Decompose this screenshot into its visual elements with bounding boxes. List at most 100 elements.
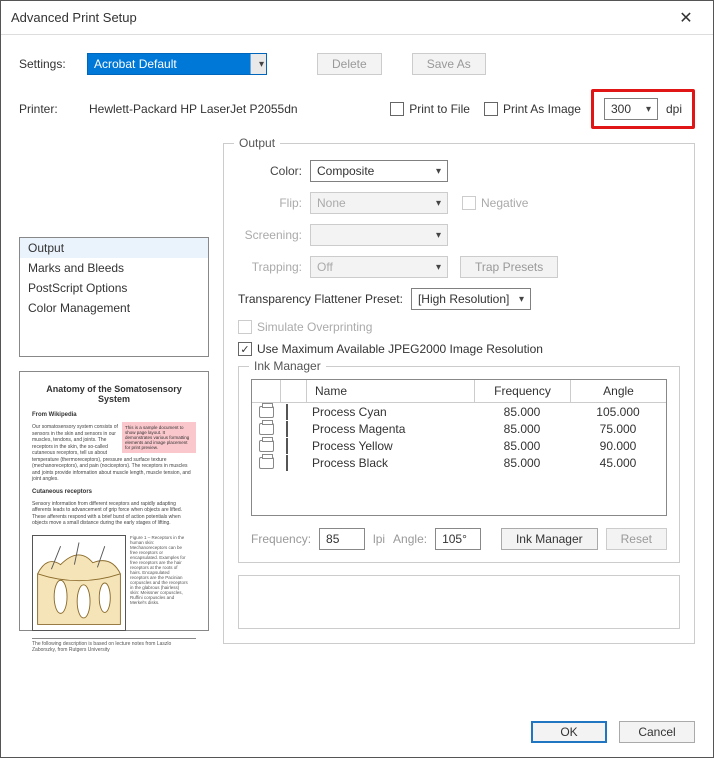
color-label: Color: <box>238 164 302 178</box>
chevron-down-icon: ▾ <box>436 230 441 241</box>
ink-swatch <box>286 455 288 471</box>
settings-value: Acrobat Default <box>94 57 177 71</box>
preview-figure <box>32 535 126 631</box>
preview-heading: Cutaneous receptors <box>32 489 196 495</box>
ink-manager-title: Ink Manager <box>249 359 326 373</box>
ink-row[interactable]: Process Yellow85.00090.000 <box>252 437 666 454</box>
section-color-management[interactable]: Color Management <box>20 298 208 318</box>
ink-angle: 45.000 <box>570 456 666 470</box>
checkbox-icon <box>238 320 252 334</box>
checkbox-icon <box>238 342 252 356</box>
ink-swatch <box>286 421 288 437</box>
section-output[interactable]: Output <box>20 238 208 258</box>
output-group: Output Color: Composite ▾ Flip: None ▾ <box>223 143 695 644</box>
checkbox-icon <box>462 196 476 210</box>
jpeg2000-checkbox[interactable]: Use Maximum Available JPEG2000 Image Res… <box>238 342 680 356</box>
ink-row[interactable]: Process Black85.00045.000 <box>252 454 666 471</box>
page-preview: Anatomy of the Somatosensory System From… <box>19 371 209 631</box>
negative-checkbox: Negative <box>462 196 528 210</box>
screening-label: Screening: <box>238 228 302 242</box>
checkbox-icon <box>390 102 404 116</box>
ink-angle: 105.000 <box>570 405 666 419</box>
print-as-image-label: Print As Image <box>503 102 581 116</box>
checkbox-icon <box>484 102 498 116</box>
angle-value: 105° <box>442 532 467 546</box>
window-title: Advanced Print Setup <box>11 10 669 25</box>
print-as-image-checkbox[interactable]: Print As Image <box>484 102 581 116</box>
ink-row[interactable]: Process Magenta85.00075.000 <box>252 420 666 437</box>
col-name-header: Name <box>306 380 474 402</box>
color-select[interactable]: Composite ▾ <box>310 160 448 182</box>
ink-frequency: 85.000 <box>474 422 570 436</box>
printer-icon <box>259 406 274 418</box>
chevron-down-icon: ▾ <box>646 104 651 115</box>
angle-label: Angle: <box>393 532 427 546</box>
printer-label: Printer: <box>19 102 77 116</box>
angle-input[interactable]: 105° <box>435 528 481 550</box>
ink-name: Process Yellow <box>306 439 474 453</box>
col-freq-header: Frequency <box>474 380 570 402</box>
preview-paragraph: Sensory information from different recep… <box>32 501 196 527</box>
ink-swatch <box>286 438 288 454</box>
titlebar: Advanced Print Setup ✕ <box>1 1 713 35</box>
frequency-label: Frequency: <box>251 532 311 546</box>
flattener-label: Transparency Flattener Preset: <box>238 292 403 306</box>
dpi-value: 300 <box>611 102 631 116</box>
panel-section-list[interactable]: Output Marks and Bleeds PostScript Optio… <box>19 237 209 357</box>
frequency-input[interactable]: 85 <box>319 528 365 550</box>
chevron-down-icon: ▾ <box>436 198 441 209</box>
dpi-highlight-box: 300 ▾ dpi <box>591 89 695 129</box>
chevron-down-icon: ▾ <box>436 262 441 273</box>
simulate-overprinting-label: Simulate Overprinting <box>257 320 372 334</box>
print-to-file-checkbox[interactable]: Print to File <box>390 102 470 116</box>
ink-table-header: Name Frequency Angle <box>252 380 666 403</box>
preview-title: Anatomy of the Somatosensory System <box>32 384 196 404</box>
ink-name: Process Magenta <box>306 422 474 436</box>
settings-select[interactable]: Acrobat Default ▾ <box>87 53 267 75</box>
dpi-select[interactable]: 300 ▾ <box>604 98 658 120</box>
advanced-print-setup-dialog: Advanced Print Setup ✕ Settings: Acrobat… <box>0 0 714 758</box>
ok-button[interactable]: OK <box>531 721 607 743</box>
preview-callout: This is a sample document to show page l… <box>122 422 196 453</box>
ink-row[interactable]: Process Cyan85.000105.000 <box>252 403 666 420</box>
ink-table: Name Frequency Angle Process Cyan85.0001… <box>251 379 667 516</box>
section-marks-and-bleeds[interactable]: Marks and Bleeds <box>20 258 208 278</box>
section-postscript-options[interactable]: PostScript Options <box>20 278 208 298</box>
trapping-value: Off <box>317 260 333 274</box>
chevron-down-icon: ▾ <box>436 166 441 177</box>
dpi-unit: dpi <box>666 102 682 116</box>
trapping-label: Trapping: <box>238 260 302 274</box>
dialog-footer: OK Cancel <box>531 721 695 743</box>
ink-frequency: 85.000 <box>474 456 570 470</box>
trapping-select: Off ▾ <box>310 256 448 278</box>
close-icon[interactable]: ✕ <box>669 8 703 28</box>
ink-manager-group: Ink Manager Name Frequency Angle Process… <box>238 366 680 563</box>
chevron-down-icon: ▾ <box>519 294 524 305</box>
ink-manager-button[interactable]: Ink Manager <box>501 528 598 550</box>
printer-icon <box>259 423 274 435</box>
preview-subtitle: From Wikipedia <box>32 412 196 418</box>
save-as-button: Save As <box>412 53 486 75</box>
description-box <box>238 575 680 629</box>
ink-frequency: 85.000 <box>474 405 570 419</box>
cancel-button[interactable]: Cancel <box>619 721 695 743</box>
flattener-select[interactable]: [High Resolution] ▾ <box>411 288 531 310</box>
output-group-title: Output <box>234 136 280 150</box>
lpi-label: lpi <box>373 532 385 546</box>
delete-button: Delete <box>317 53 382 75</box>
print-to-file-label: Print to File <box>409 102 470 116</box>
printer-name: Hewlett-Packard HP LaserJet P2055dn <box>89 102 298 116</box>
ink-swatch <box>286 404 288 420</box>
flip-value: None <box>317 196 346 210</box>
ink-angle: 90.000 <box>570 439 666 453</box>
preview-footnote: The following description is based on le… <box>32 638 196 653</box>
flip-label: Flip: <box>238 196 302 210</box>
negative-label: Negative <box>481 196 528 210</box>
simulate-overprinting-checkbox: Simulate Overprinting <box>238 320 680 334</box>
col-angle-header: Angle <box>570 380 666 402</box>
reset-button: Reset <box>606 528 667 550</box>
printer-icon <box>259 457 274 469</box>
printer-icon <box>259 440 274 452</box>
settings-label: Settings: <box>19 57 77 71</box>
frequency-value: 85 <box>326 532 339 546</box>
